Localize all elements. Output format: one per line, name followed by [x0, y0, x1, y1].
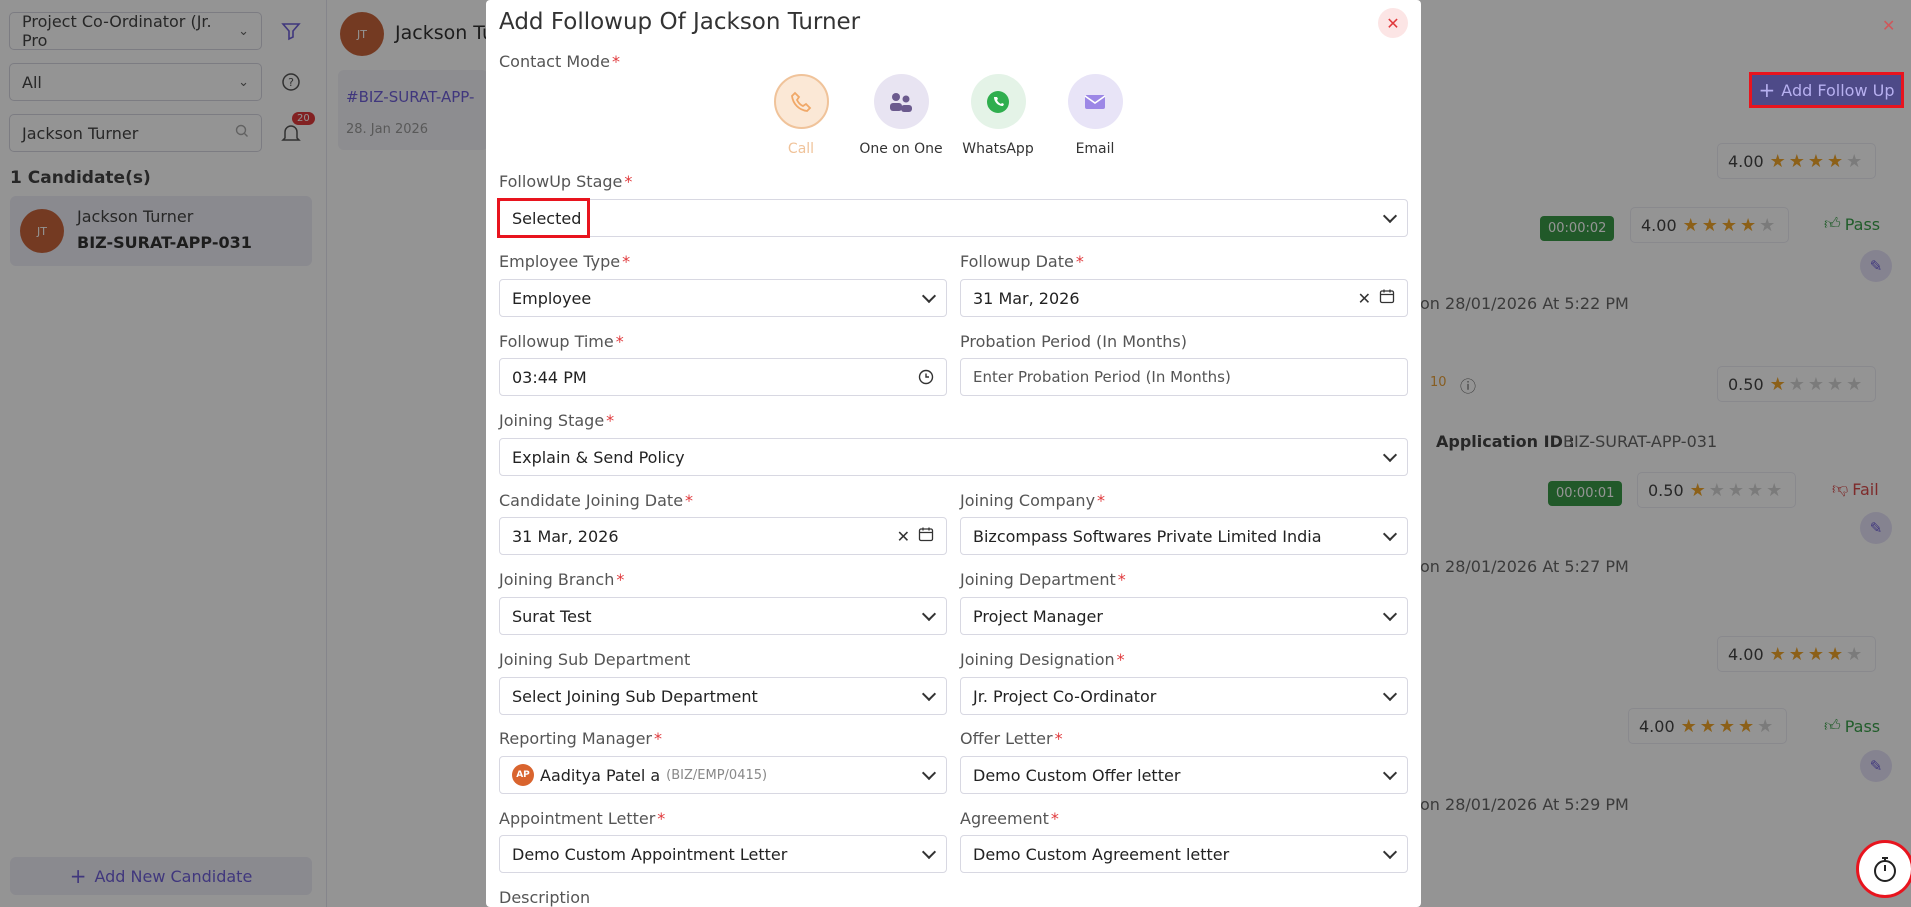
employee-code: (BIZ/EMP/0415)	[666, 767, 768, 783]
calendar-icon[interactable]	[918, 526, 934, 546]
contact-mode-call[interactable]: Call	[756, 74, 846, 157]
contact-mode-label: One on One	[859, 141, 943, 157]
envelope-icon	[1067, 74, 1123, 129]
contact-mode-label: Email	[1075, 141, 1115, 157]
joining-department-value: Project Manager	[973, 606, 1103, 626]
chevron-down-icon	[1382, 208, 1398, 223]
joining-designation-label: Joining Designation *	[960, 650, 1125, 669]
add-follow-up-label: Add Follow Up	[1781, 80, 1895, 100]
add-followup-modal: Add Followup Of Jackson Turner ✕ Contact…	[486, 0, 1421, 907]
offer-letter-value: Demo Custom Offer letter	[973, 765, 1181, 785]
employee-type-select[interactable]: Employee	[499, 279, 947, 317]
joining-company-label: Joining Company *	[960, 491, 1106, 510]
plus-icon: +	[1758, 78, 1776, 102]
joining-sub-department-label: Joining Sub Department	[499, 650, 691, 669]
probation-period-input[interactable]: Enter Probation Period (In Months)	[960, 358, 1408, 396]
contact-mode-whatsapp[interactable]: WhatsApp	[953, 74, 1043, 157]
employee-type-value: Employee	[512, 288, 592, 308]
chevron-down-icon	[1382, 526, 1398, 541]
chevron-down-icon	[921, 765, 937, 780]
contact-mode-email[interactable]: Email	[1050, 74, 1140, 157]
joining-stage-value: Explain & Send Policy	[512, 447, 685, 467]
joining-company-value: Bizcompass Softwares Private Limited Ind…	[973, 526, 1322, 546]
joining-stage-select[interactable]: Explain & Send Policy	[499, 438, 1408, 476]
joining-sub-department-value: Select Joining Sub Department	[512, 686, 758, 706]
followup-time-label: Followup Time *	[499, 332, 624, 351]
probation-period-label: Probation Period (In Months)	[960, 332, 1187, 351]
appointment-letter-select[interactable]: Demo Custom Appointment Letter	[499, 835, 947, 873]
whatsapp-icon	[970, 74, 1026, 129]
candidate-joining-date-label: Candidate Joining Date *	[499, 491, 694, 510]
followup-date-label: Followup Date *	[960, 252, 1084, 271]
appointment-letter-label: Appointment Letter *	[499, 809, 666, 828]
contact-mode-one-on-one[interactable]: One on One	[856, 74, 946, 157]
contact-mode-label: Contact Mode *	[499, 52, 620, 71]
clock-icon[interactable]	[918, 369, 934, 385]
chevron-down-icon	[1382, 447, 1398, 462]
joining-sub-department-select[interactable]: Select Joining Sub Department	[499, 677, 947, 715]
appointment-letter-value: Demo Custom Appointment Letter	[512, 844, 788, 864]
description-label: Description	[499, 888, 591, 907]
close-icon: ✕	[1386, 13, 1400, 33]
contact-mode-label: WhatsApp	[962, 141, 1034, 157]
chevron-down-icon	[1382, 606, 1398, 621]
modal-close-button[interactable]: ✕	[1378, 8, 1408, 38]
modal-title: Add Followup Of Jackson Turner	[499, 9, 861, 35]
agreement-label: Agreement *	[960, 809, 1059, 828]
reporting-manager-value: Aaditya Patel a	[540, 765, 661, 785]
chevron-down-icon	[1382, 765, 1398, 780]
contact-mode-label: Call	[787, 141, 815, 157]
followup-stage-select[interactable]: Selected	[499, 199, 1408, 237]
candidate-joining-date-value: 31 Mar, 2026	[512, 526, 619, 546]
joining-branch-value: Surat Test	[512, 606, 592, 626]
reporting-manager-select[interactable]: AP Aaditya Patel a (BIZ/EMP/0415)	[499, 756, 947, 794]
meeting-icon	[873, 74, 929, 129]
add-follow-up-button[interactable]: + Add Follow Up	[1749, 72, 1904, 108]
chevron-down-icon	[921, 288, 937, 303]
followup-time-value: 03:44 PM	[512, 367, 587, 387]
joining-branch-select[interactable]: Surat Test	[499, 597, 947, 635]
joining-designation-select[interactable]: Jr. Project Co-Ordinator	[960, 677, 1408, 715]
followup-date-input[interactable]: 31 Mar, 2026 ✕	[960, 279, 1408, 317]
joining-department-select[interactable]: Project Manager	[960, 597, 1408, 635]
stopwatch-icon[interactable]	[1856, 840, 1911, 898]
joining-department-label: Joining Department *	[960, 570, 1126, 589]
followup-time-input[interactable]: 03:44 PM	[499, 358, 947, 396]
clear-icon[interactable]: ✕	[897, 527, 910, 546]
chevron-down-icon	[921, 686, 937, 701]
agreement-value: Demo Custom Agreement letter	[973, 844, 1230, 864]
candidate-joining-date-input[interactable]: 31 Mar, 2026 ✕	[499, 517, 947, 555]
selected-stage-highlight	[497, 198, 590, 238]
offer-letter-select[interactable]: Demo Custom Offer letter	[960, 756, 1408, 794]
followup-date-value: 31 Mar, 2026	[973, 288, 1080, 308]
phone-icon	[773, 74, 829, 129]
chevron-down-icon	[921, 606, 937, 621]
chevron-down-icon	[921, 844, 937, 859]
joining-stage-label: Joining Stage *	[499, 411, 615, 430]
clear-icon[interactable]: ✕	[1358, 289, 1371, 308]
employee-type-label: Employee Type *	[499, 252, 631, 271]
reporting-manager-label: Reporting Manager *	[499, 729, 662, 748]
calendar-icon[interactable]	[1379, 288, 1395, 308]
joining-company-select[interactable]: Bizcompass Softwares Private Limited Ind…	[960, 517, 1408, 555]
joining-branch-label: Joining Branch *	[499, 570, 625, 589]
close-icon[interactable]: ✕	[1882, 16, 1895, 35]
avatar: AP	[512, 764, 534, 786]
followup-stage-label: FollowUp Stage *	[499, 172, 633, 191]
chevron-down-icon	[1382, 686, 1398, 701]
agreement-select[interactable]: Demo Custom Agreement letter	[960, 835, 1408, 873]
joining-designation-value: Jr. Project Co-Ordinator	[973, 686, 1157, 706]
chevron-down-icon	[1382, 844, 1398, 859]
offer-letter-label: Offer Letter *	[960, 729, 1063, 748]
